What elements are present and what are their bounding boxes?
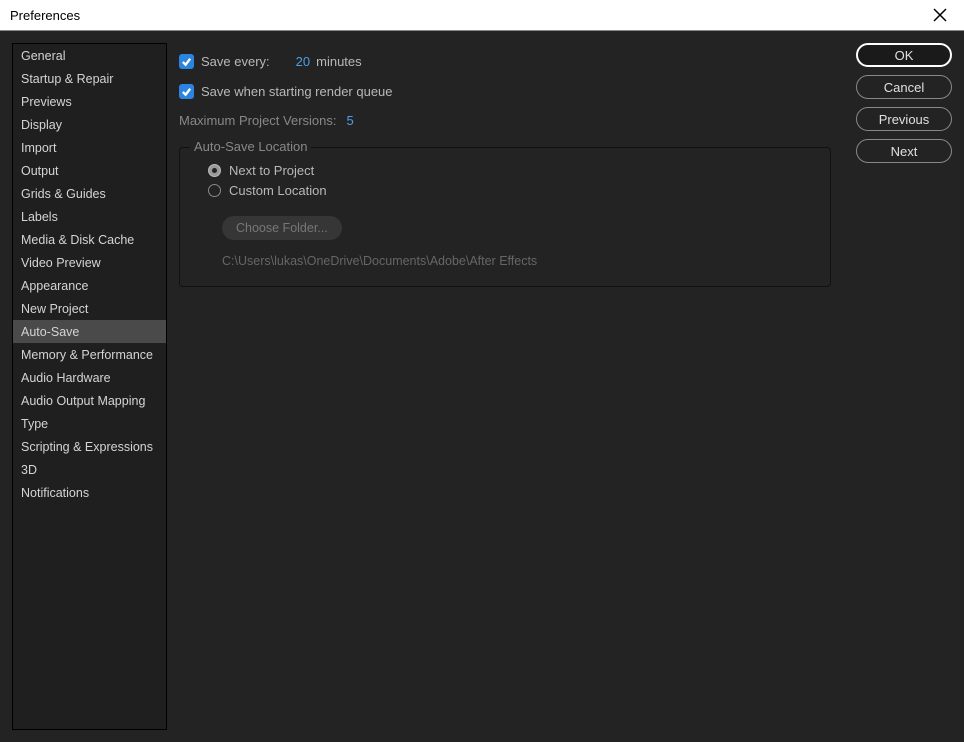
save-on-render-checkbox[interactable] [179, 84, 194, 99]
sidebar-item-video-preview[interactable]: Video Preview [13, 251, 166, 274]
save-on-render-label: Save when starting render queue [201, 84, 393, 99]
save-every-value[interactable]: 20 [296, 54, 310, 69]
save-location-path: C:\Users\lukas\OneDrive\Documents\Adobe\… [222, 254, 816, 268]
dialog-body: GeneralStartup & RepairPreviewsDisplayIm… [0, 31, 964, 742]
window-title: Preferences [10, 8, 80, 23]
dialog-button-column: OK Cancel Previous Next [856, 43, 952, 730]
sidebar-item-media-disk-cache[interactable]: Media & Disk Cache [13, 228, 166, 251]
ok-button[interactable]: OK [856, 43, 952, 67]
title-bar: Preferences [0, 0, 964, 31]
close-icon [933, 8, 947, 22]
radio-custom-location[interactable] [208, 184, 221, 197]
sidebar-item-general[interactable]: General [13, 44, 166, 67]
next-button[interactable]: Next [856, 139, 952, 163]
close-button[interactable] [926, 1, 954, 29]
sidebar-item-new-project[interactable]: New Project [13, 297, 166, 320]
save-every-unit: minutes [316, 54, 362, 69]
sidebar-item-audio-output-mapping[interactable]: Audio Output Mapping [13, 389, 166, 412]
group-title: Auto-Save Location [190, 139, 311, 154]
radio-next-to-project[interactable] [208, 164, 221, 177]
sidebar-item-auto-save[interactable]: Auto-Save [13, 320, 166, 343]
radio-row-next-to-project: Next to Project [208, 160, 816, 180]
sidebar-item-notifications[interactable]: Notifications [13, 481, 166, 504]
max-versions-value[interactable]: 5 [347, 113, 354, 128]
check-icon [181, 56, 192, 67]
sidebar-item-scripting-expressions[interactable]: Scripting & Expressions [13, 435, 166, 458]
cancel-button[interactable]: Cancel [856, 75, 952, 99]
category-sidebar: GeneralStartup & RepairPreviewsDisplayIm… [12, 43, 167, 730]
choose-folder-button[interactable]: Choose Folder... [222, 216, 342, 240]
sidebar-item-audio-hardware[interactable]: Audio Hardware [13, 366, 166, 389]
sidebar-item-import[interactable]: Import [13, 136, 166, 159]
radio-row-custom-location: Custom Location [208, 180, 816, 200]
max-versions-label: Maximum Project Versions: [179, 113, 337, 128]
sidebar-item-labels[interactable]: Labels [13, 205, 166, 228]
check-icon [181, 86, 192, 97]
sidebar-item-startup-repair[interactable]: Startup & Repair [13, 67, 166, 90]
auto-save-location-group: Auto-Save Location Next to Project Custo… [179, 147, 831, 287]
sidebar-item-previews[interactable]: Previews [13, 90, 166, 113]
save-every-checkbox[interactable] [179, 54, 194, 69]
settings-panel: Save every: 20 minutes Save when startin… [179, 43, 844, 730]
max-versions-row: Maximum Project Versions: 5 [179, 107, 834, 133]
previous-button[interactable]: Previous [856, 107, 952, 131]
radio-label: Custom Location [229, 183, 327, 198]
sidebar-item-output[interactable]: Output [13, 159, 166, 182]
sidebar-item-memory-performance[interactable]: Memory & Performance [13, 343, 166, 366]
save-on-render-row: Save when starting render queue [179, 77, 834, 105]
sidebar-item-display[interactable]: Display [13, 113, 166, 136]
sidebar-item-grids-guides[interactable]: Grids & Guides [13, 182, 166, 205]
save-every-row: Save every: 20 minutes [179, 47, 834, 75]
sidebar-item-type[interactable]: Type [13, 412, 166, 435]
save-every-label: Save every: [201, 54, 270, 69]
sidebar-item-3d[interactable]: 3D [13, 458, 166, 481]
sidebar-item-appearance[interactable]: Appearance [13, 274, 166, 297]
radio-label: Next to Project [229, 163, 314, 178]
